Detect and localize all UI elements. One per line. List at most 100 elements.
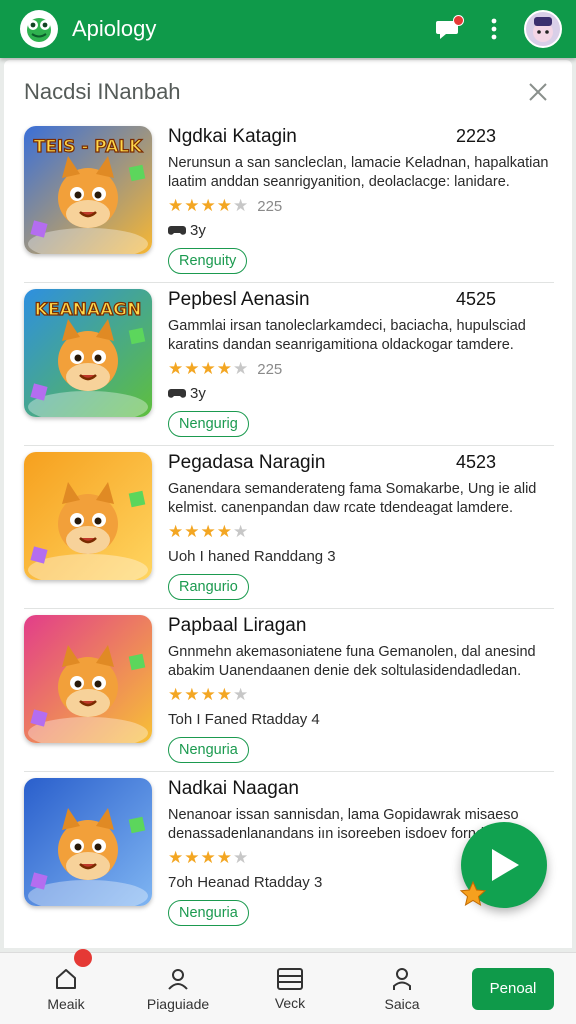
star-icon: ★ xyxy=(200,848,217,867)
star-icon: ★ xyxy=(184,522,201,541)
gamepad-icon xyxy=(168,226,186,235)
star-icon: ★ xyxy=(168,848,185,867)
home-icon xyxy=(56,968,76,989)
star-icon: ★ xyxy=(168,685,185,704)
nav-label: Piaguiade xyxy=(146,995,210,1012)
nav-item-home[interactable]: Meaik xyxy=(10,948,122,1024)
star-icon: ★ xyxy=(233,359,250,378)
item-meta: Toh I Faned Rtadday 4 xyxy=(168,709,554,729)
item-description: Ganendara semanderateng fama Somakarbe, … xyxy=(168,481,537,516)
meta-text: Toh I Faned Rtadday 4 xyxy=(168,710,320,728)
nav-item-profile[interactable]: Saica xyxy=(346,953,458,1024)
gamepad-icon xyxy=(168,389,186,398)
star-icon: ★ xyxy=(184,359,201,378)
app-thumbnail[interactable] xyxy=(24,778,152,906)
item-info: Pepbesl Aenasin 4525 Gammlai irsan tanol… xyxy=(168,289,554,437)
app-title: Apiology xyxy=(72,16,157,41)
person-icon xyxy=(168,968,188,990)
star-rating: ★ ★ ★ ★ ★ 225 xyxy=(168,359,554,379)
item-count: 2223 xyxy=(455,126,496,146)
nav-item-list[interactable]: Veck xyxy=(234,953,346,1024)
primary-button[interactable]: Penoal xyxy=(472,967,554,1010)
item-meta: 3y xyxy=(168,220,554,240)
sheet-header: Nacdsi INanbah xyxy=(24,76,552,108)
top-app-bar: Apiology xyxy=(0,0,576,58)
frog-logo-icon[interactable] xyxy=(20,10,58,48)
rating-count: 225 xyxy=(257,360,283,378)
star-rating: ★ ★ ★ ★ ★ xyxy=(168,522,554,542)
star-rating: ★ ★ ★ ★ ★ xyxy=(168,685,554,705)
app-thumbnail[interactable] xyxy=(24,452,152,580)
item-count: 4525 xyxy=(455,289,496,309)
item-info: Papbaal Liragan Gnnmehn akemasoniatene f… xyxy=(168,615,554,763)
star-badge-icon xyxy=(459,880,487,907)
item-description: Gnnmehn akemasoniatene funa Gemanolen, d… xyxy=(168,644,536,679)
item-meta: 3y xyxy=(168,383,554,403)
item-action-button[interactable]: Nengurig xyxy=(168,411,249,437)
bottom-navigation: Meaik Piaguiade Veck Saica Penoal xyxy=(0,948,576,1024)
star-icon: ★ xyxy=(216,685,233,704)
app-thumbnail[interactable]: KEANAAGN xyxy=(24,289,152,417)
notification-dot xyxy=(453,15,464,26)
star-icon: ★ xyxy=(233,522,250,541)
nav-label: Veck xyxy=(274,994,306,1011)
meta-text: Uoh I haned Randdang 3 xyxy=(168,547,336,565)
item-action-button[interactable]: Renguity xyxy=(168,248,248,274)
star-icon: ★ xyxy=(216,196,233,215)
nav-label: Meaik xyxy=(47,995,85,1012)
item-info: Ngdkai Katagin 2223 Nerunsun a san sancl… xyxy=(168,126,554,274)
item-title: Nadkai Naagan xyxy=(168,778,299,799)
star-rating: ★ ★ ★ ★ ★ 225 xyxy=(168,196,554,216)
list-item[interactable]: KEANAAGN Pepbesl Aenasin 4525 Gammlai ir… xyxy=(24,283,554,446)
star-icon: ★ xyxy=(233,848,250,867)
avatar[interactable] xyxy=(524,10,562,48)
app-list: TEIS - PALK Ngdkai Katagin 2223 Nerunsun… xyxy=(24,120,554,935)
more-vertical-icon[interactable] xyxy=(476,11,512,47)
meta-text: 3y xyxy=(190,384,206,402)
meta-text: 7oh Heanad Rtadday 3 xyxy=(168,873,323,891)
profile-icon xyxy=(393,967,411,990)
star-icon: ★ xyxy=(216,522,233,541)
notification-dot xyxy=(74,948,92,967)
item-action-button[interactable]: Rangurio xyxy=(168,574,249,600)
rating-count: 225 xyxy=(257,197,283,215)
app-thumbnail[interactable]: TEIS - PALK xyxy=(24,126,152,254)
item-action-button[interactable]: Nenguria xyxy=(168,737,249,763)
star-icon: ★ xyxy=(200,196,217,215)
star-icon: ★ xyxy=(200,522,217,541)
results-sheet: Nacdsi INanbah TEIS - PALK Ngdkai Katagi… xyxy=(4,60,572,948)
list-icon xyxy=(277,967,303,990)
star-icon: ★ xyxy=(216,359,233,378)
meta-text: 3y xyxy=(190,221,206,239)
list-item[interactable]: Papbaal Liragan Gnnmehn akemasoniatene f… xyxy=(24,609,554,772)
chat-bubble-icon[interactable] xyxy=(430,11,466,47)
list-item[interactable]: Pegadasa Naragin 4523 Ganendara semander… xyxy=(24,446,554,609)
star-icon: ★ xyxy=(184,196,201,215)
nav-item-person[interactable]: Piaguiade xyxy=(122,953,234,1024)
play-icon xyxy=(492,849,519,881)
item-title: Pegadasa Naragin xyxy=(168,452,326,473)
star-icon: ★ xyxy=(216,848,233,867)
item-title: Pepbesl Aenasin xyxy=(168,289,310,310)
item-title: Papbaal Liragan xyxy=(168,615,307,636)
star-icon: ★ xyxy=(168,196,185,215)
star-icon: ★ xyxy=(233,196,250,215)
list-item[interactable]: TEIS - PALK Ngdkai Katagin 2223 Nerunsun… xyxy=(24,120,554,283)
item-description: Gammlai irsan tanoleclarkamdeci, baciach… xyxy=(168,318,526,353)
nav-label: Saica xyxy=(384,995,420,1012)
item-action-button[interactable]: Nenguria xyxy=(168,900,249,926)
star-icon: ★ xyxy=(184,848,201,867)
star-icon: ★ xyxy=(168,522,185,541)
item-description: Nerunsun a san sancleclan, lamacie Kelad… xyxy=(168,155,549,190)
item-meta: Uoh I haned Randdang 3 xyxy=(168,546,554,566)
close-icon[interactable] xyxy=(524,78,552,106)
item-info: Pegadasa Naragin 4523 Ganendara semander… xyxy=(168,452,554,600)
star-icon: ★ xyxy=(184,685,201,704)
star-icon: ★ xyxy=(200,359,217,378)
app-thumbnail[interactable] xyxy=(24,615,152,743)
item-title: Ngdkai Katagin xyxy=(168,126,297,147)
thumb-caption: KEANAAGN xyxy=(35,300,142,320)
star-icon: ★ xyxy=(200,685,217,704)
play-fab-button[interactable] xyxy=(459,822,547,908)
thumb-caption: TEIS - PALK xyxy=(34,137,144,157)
